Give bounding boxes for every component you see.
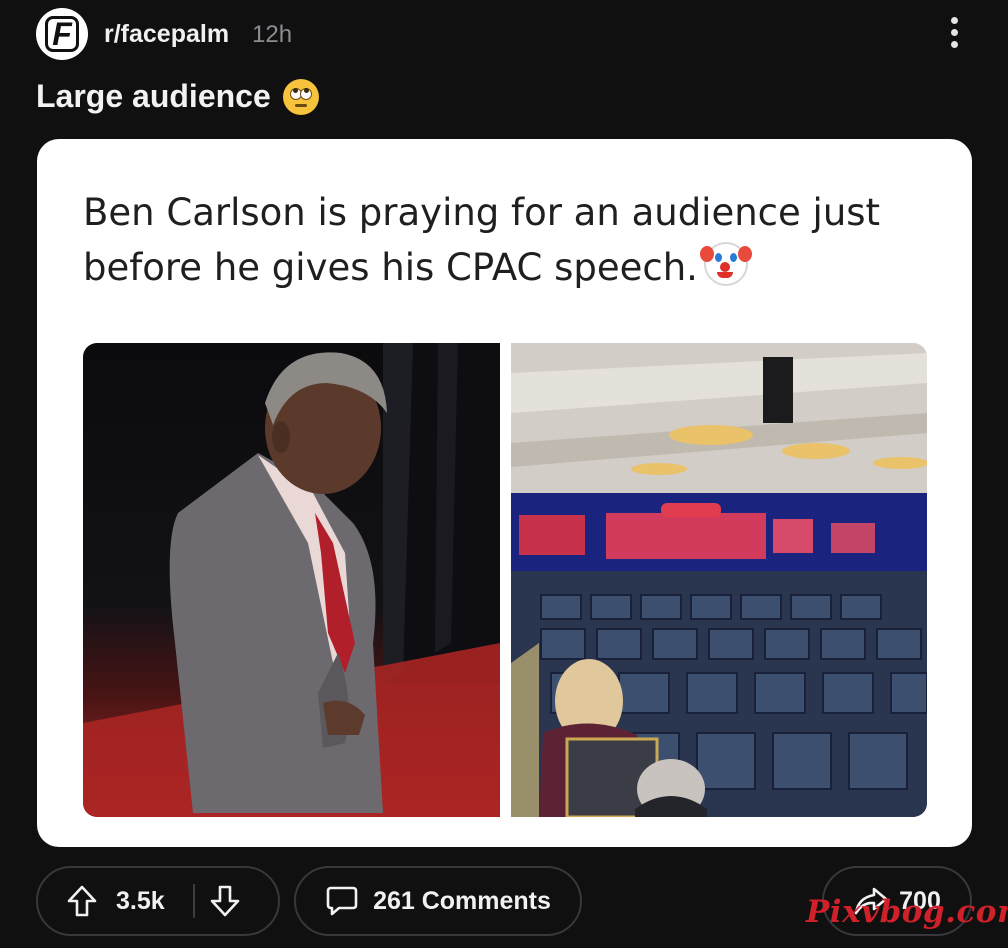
clown-face-icon [699,242,752,286]
vote-divider [192,884,195,918]
photo-man-praying [83,343,500,817]
comments-button[interactable]: 261 Comments [294,866,582,936]
post-title[interactable]: Large audience [36,78,319,115]
post-image-card[interactable]: Ben Carlson is praying for an audience j… [37,139,972,847]
tweet-screenshot-text: Ben Carlson is praying for an audience j… [83,185,903,295]
post-title-text: Large audience [36,78,271,114]
subreddit-logo-letter: F [45,16,79,52]
subreddit-avatar[interactable]: F [36,8,88,60]
photo-empty-cpac-hall [511,343,927,817]
downvote-icon[interactable] [209,884,241,918]
comments-count-label: 261 Comments [373,886,551,915]
subreddit-name[interactable]: r/facepalm [104,20,229,49]
more-options-icon[interactable] [946,14,962,54]
upvote-count: 3.5k [116,886,165,915]
man-in-suit-illustration [83,343,500,817]
conference-hall-illustration [511,343,927,817]
watermark-text: Pixvbog.com [806,894,1008,930]
post-header: F r/facepalm 12h [36,8,976,60]
post-age: 12h [252,21,293,48]
vote-control: 3.5k [36,866,280,936]
face-with-rolling-eyes-icon [282,78,319,115]
tweet-text: Ben Carlson is praying for an audience j… [83,191,881,289]
upvote-icon[interactable] [66,884,98,918]
comment-bubble-icon [325,885,359,917]
